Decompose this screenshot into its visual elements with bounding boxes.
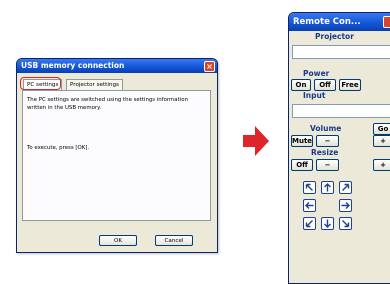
execute-hint: To execute, press [OK]. [27, 145, 90, 151]
info-message: The PC settings are switched using the s… [27, 97, 188, 111]
usb-memory-dialog: USB memory connection × PC settings Proj… [16, 58, 218, 253]
power-label: Power [303, 69, 330, 78]
resize-label: Resize [311, 148, 339, 157]
projector-select[interactable] [292, 45, 390, 59]
volume-down-button[interactable]: − [316, 135, 339, 147]
go-button[interactable]: Go [373, 123, 390, 135]
dialog-title: USB memory connection [21, 61, 125, 70]
volume-label: Volume [310, 124, 342, 133]
resize-up-button[interactable]: + [373, 159, 390, 171]
mute-button[interactable]: Mute [291, 135, 313, 147]
resize-down-button[interactable]: − [316, 159, 339, 171]
arrow-down-left-icon[interactable] [303, 217, 316, 230]
resize-off-button[interactable]: Off [291, 159, 313, 171]
arrow-down-icon[interactable] [321, 217, 334, 230]
remote-title: Remote Con... [293, 17, 361, 27]
remote-control-panel: Remote Con... Projector Power On Off Fre… [288, 12, 390, 284]
projector-label: Projector [315, 32, 354, 41]
arrow-left-icon[interactable] [303, 199, 316, 212]
input-label: Input [303, 91, 326, 100]
remote-titlebar: Remote Con... [289, 13, 390, 31]
arrow-up-left-icon[interactable] [303, 181, 316, 194]
arrow-up-right-icon[interactable] [339, 181, 352, 194]
arrow-down-right-icon[interactable] [339, 217, 352, 230]
remote-close-icon[interactable] [383, 16, 390, 28]
input-select[interactable] [292, 104, 390, 118]
arrow-right-icon [243, 126, 269, 156]
dialog-titlebar: USB memory connection × [17, 59, 217, 73]
arrow-up-icon[interactable] [321, 181, 334, 194]
volume-up-button[interactable]: + [373, 135, 390, 147]
ok-button[interactable]: OK [99, 235, 137, 246]
arrow-right-icon[interactable] [339, 199, 352, 212]
power-off-button[interactable]: Off [314, 79, 336, 91]
tab-highlight-marker [20, 77, 61, 90]
close-icon[interactable]: × [204, 60, 215, 72]
power-on-button[interactable]: On [291, 79, 311, 91]
power-free-button[interactable]: Free [339, 79, 361, 91]
cancel-button[interactable]: Cancel [155, 235, 193, 246]
